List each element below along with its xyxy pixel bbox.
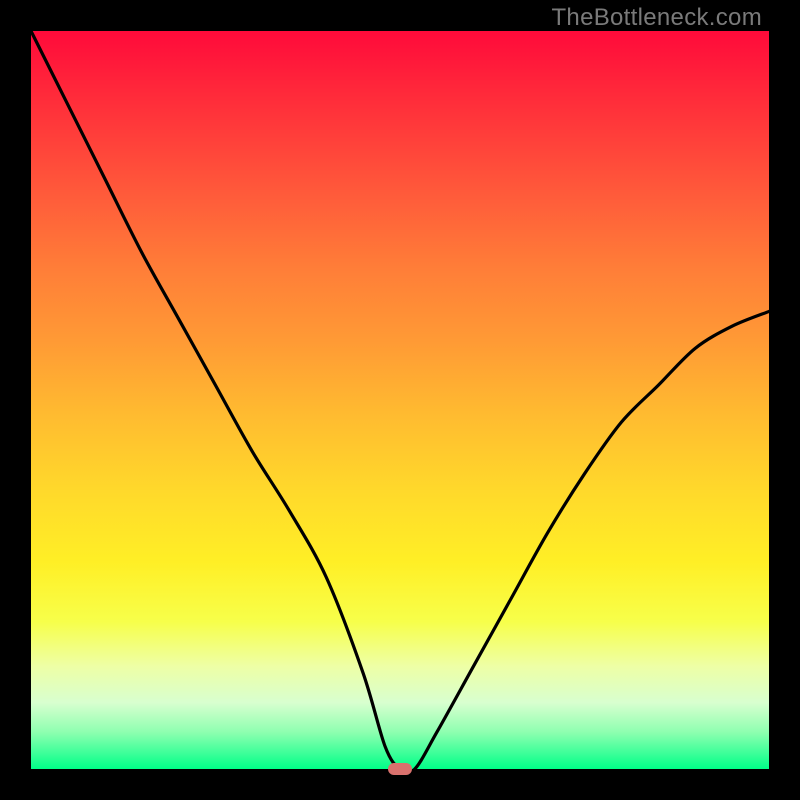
plot-area xyxy=(31,31,769,769)
bottleneck-curve xyxy=(31,31,769,769)
watermark-text: TheBottleneck.com xyxy=(551,4,762,32)
chart-frame: TheBottleneck.com xyxy=(0,0,800,800)
optimal-marker xyxy=(388,763,412,775)
